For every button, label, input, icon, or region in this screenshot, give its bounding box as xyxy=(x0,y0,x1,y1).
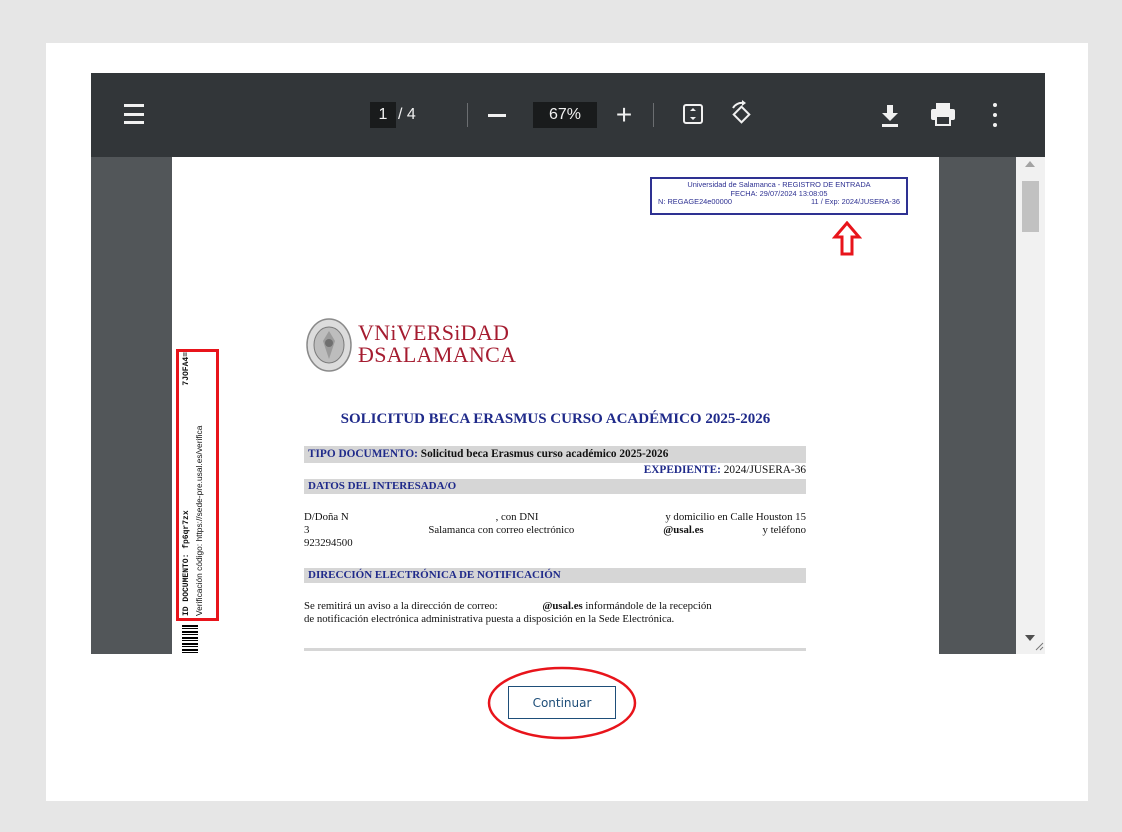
toolbar-divider xyxy=(653,103,654,127)
continue-area: Continuar xyxy=(486,664,638,742)
text-fragment: informándole de la recepción xyxy=(585,600,712,612)
fit-page-icon[interactable] xyxy=(681,102,705,126)
text-fragment: Salamanca con correo electrónico xyxy=(428,524,575,536)
expediente-value: 2024/JUSERA-36 xyxy=(723,464,806,476)
page-total: / 4 xyxy=(398,106,416,123)
arrow-up-icon xyxy=(832,221,862,256)
text-fragment: @usal.es xyxy=(663,524,704,536)
pdf-toolbar: 1 / 4 67% + xyxy=(91,73,1045,157)
text-fragment: 923294500 xyxy=(304,537,353,549)
document-id-suffix: 7JOFA4= xyxy=(182,352,191,386)
text-fragment: y teléfono xyxy=(762,524,806,536)
zoom-level-input[interactable]: 67% xyxy=(533,102,597,128)
document-title: SOLICITUD BECA ERASMUS CURSO ACADÉMICO 2… xyxy=(340,411,771,427)
interesado-paragraph: D/Doña N , con DNI y domicilio en Calle … xyxy=(304,511,806,550)
tipo-label: TIPO DOCUMENTO: xyxy=(308,448,418,460)
text-fragment: @usal.es xyxy=(542,600,583,612)
section-header: DIRECCIÓN ELECTRÓNICA DE NOTIFICACIÓN xyxy=(304,568,806,583)
zoom-in-button[interactable]: + xyxy=(611,101,637,129)
text-fragment: , con DNI xyxy=(495,511,539,523)
divider xyxy=(304,648,806,651)
barcode xyxy=(182,625,198,654)
verification-highlight-box: ID DOCUMENTO: fp6qr7zx 7JOFA4= Verificac… xyxy=(176,349,219,621)
university-seal-icon xyxy=(306,318,352,372)
logo-line: VNiVERSiDAD xyxy=(358,320,510,345)
text-fragment: de notificación electrónica administrati… xyxy=(304,613,675,625)
print-icon[interactable] xyxy=(929,101,957,127)
page-number-input[interactable]: 1 xyxy=(370,102,396,128)
tipo-value: Solicitud beca Erasmus curso académico 2… xyxy=(420,448,669,460)
pdf-page: Universidad de Salamanca - REGISTRO DE E… xyxy=(172,157,939,654)
vertical-scrollbar[interactable] xyxy=(1016,157,1045,654)
text-fragment: 3 xyxy=(304,524,310,536)
registry-stamp: Universidad de Salamanca - REGISTRO DE E… xyxy=(650,177,908,215)
menu-icon[interactable] xyxy=(123,104,145,124)
resize-grip-icon[interactable] xyxy=(1034,641,1044,651)
verification-url: Verificación código: https://sede-pre.us… xyxy=(194,425,204,616)
zoom-out-button[interactable] xyxy=(486,103,508,127)
stamp-line: N: REGAGE24e00000 xyxy=(658,197,732,207)
stamp-line: 11 / Exp: 2024/JUSERA-36 xyxy=(810,197,900,207)
section-header: DATOS DEL INTERESADA/O xyxy=(304,479,806,494)
expediente-label: EXPEDIENTE: xyxy=(643,464,721,476)
text-fragment: D/Doña N xyxy=(304,511,349,523)
scrollbar-thumb[interactable] xyxy=(1022,181,1039,232)
rotate-icon[interactable] xyxy=(727,100,755,128)
more-options-icon[interactable] xyxy=(987,103,1003,127)
tipo-documento-row: TIPO DOCUMENTO: Solicitud beca Erasmus c… xyxy=(304,446,806,463)
notificacion-paragraph: Se remitirá un aviso a la dirección de c… xyxy=(304,600,806,626)
pdf-viewer: 1 / 4 67% + Universidad de Salamanca - R… xyxy=(91,73,1045,654)
section-title: DIRECCIÓN ELECTRÓNICA DE NOTIFICACIÓN xyxy=(308,569,561,581)
text-fragment: Se remitirá un aviso a la dirección de c… xyxy=(304,600,498,612)
logo-line: ÐSALAMANCA xyxy=(358,342,517,367)
expediente-row: EXPEDIENTE: 2024/JUSERA-36 xyxy=(304,463,806,477)
text-fragment: y domicilio en Calle Houston 15 xyxy=(665,511,806,523)
university-logo-text: VNiVERSiDAD ÐSALAMANCA xyxy=(358,322,516,366)
document-id: ID DOCUMENTO: fp6qr7zx xyxy=(182,510,191,616)
section-title: DATOS DEL INTERESADA/O xyxy=(308,480,457,492)
continue-button[interactable]: Continuar xyxy=(508,686,616,719)
download-icon[interactable] xyxy=(879,102,901,128)
toolbar-divider xyxy=(467,103,468,127)
scroll-up-arrow-icon[interactable] xyxy=(1025,161,1035,167)
